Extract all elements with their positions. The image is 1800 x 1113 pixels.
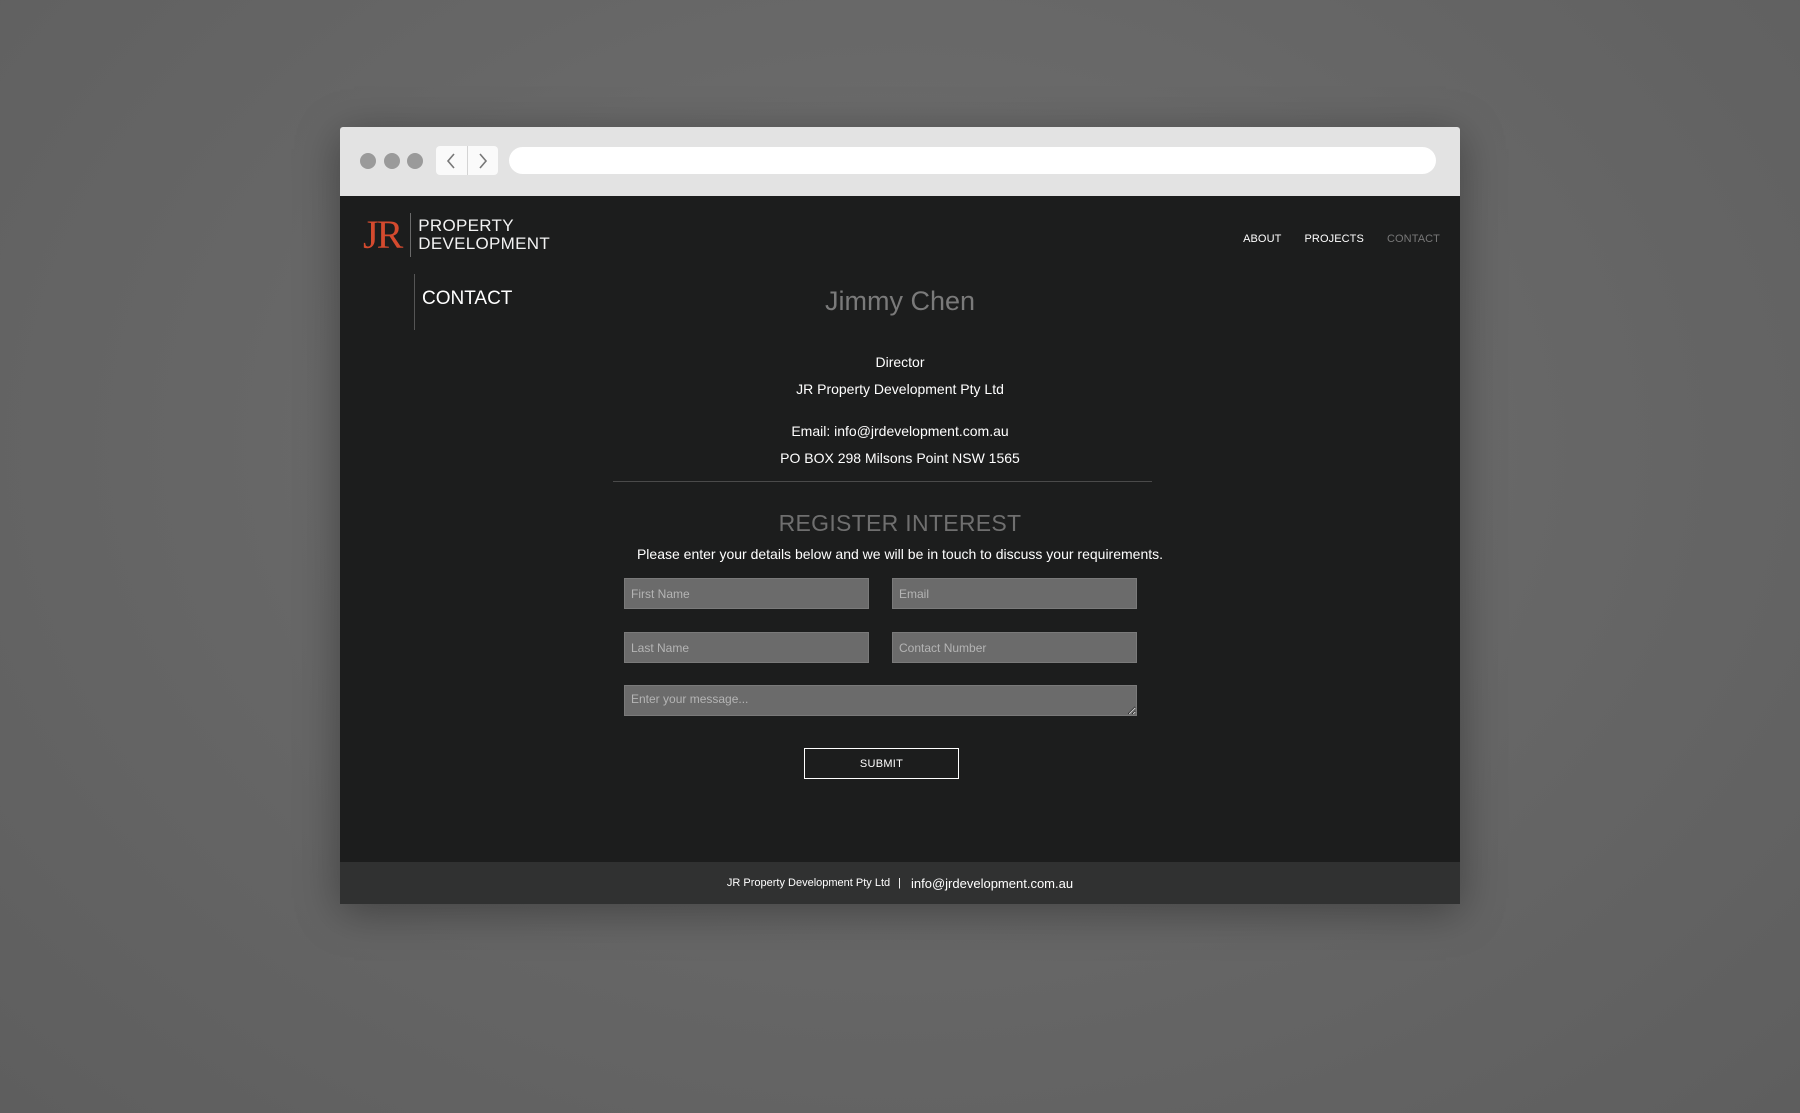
browser-window: JR PROPERTY DEVELOPMENT ABOUT PROJECTS C… [340, 127, 1460, 904]
contact-address: PO BOX 298 Milsons Point NSW 1565 [780, 450, 1020, 466]
logo-wordmark: PROPERTY DEVELOPMENT [418, 217, 550, 253]
message-textarea[interactable] [624, 685, 1137, 716]
forward-button[interactable] [466, 146, 499, 175]
register-intro: Please enter your details below and we w… [636, 546, 1164, 562]
chevron-right-icon [479, 152, 487, 169]
logo-line-2: DEVELOPMENT [418, 234, 551, 253]
history-buttons [436, 146, 498, 175]
contact-company: JR Property Development Pty Ltd [796, 381, 1004, 397]
first-name-input[interactable] [624, 578, 869, 609]
email-input[interactable] [892, 578, 1137, 609]
website-page: JR PROPERTY DEVELOPMENT ABOUT PROJECTS C… [340, 196, 1460, 904]
footer-email-link[interactable]: info@jrdevelopment.com.au [911, 876, 1073, 891]
contact-number-input[interactable] [892, 632, 1137, 663]
footer-separator: | [898, 877, 902, 889]
nav-about[interactable]: ABOUT [1243, 233, 1281, 245]
back-button[interactable] [436, 146, 467, 175]
horizontal-divider [613, 481, 1152, 482]
logo-mark: JR [363, 212, 403, 257]
contact-email[interactable]: Email: info@jrdevelopment.com.au [340, 423, 1460, 439]
site-footer: JR Property Development Pty Ltd | info@j… [340, 862, 1460, 904]
browser-toolbar [340, 127, 1460, 196]
site-logo[interactable]: JR PROPERTY DEVELOPMENT [363, 213, 550, 257]
chevron-left-icon [447, 152, 455, 169]
footer-company: JR Property Development Pty Ltd [726, 877, 891, 889]
register-title: REGISTER INTEREST [778, 510, 1022, 536]
logo-line-1: PROPERTY [418, 216, 514, 235]
main-nav: ABOUT PROJECTS CONTACT [1243, 233, 1440, 245]
nav-projects[interactable]: PROJECTS [1304, 233, 1363, 245]
contact-role: Director [875, 354, 925, 370]
address-bar[interactable] [509, 147, 1436, 174]
window-maximize-dot[interactable] [407, 153, 423, 169]
contact-name: Jimmy Chen [824, 286, 976, 316]
window-close-dot[interactable] [360, 153, 376, 169]
last-name-input[interactable] [624, 632, 869, 663]
logo-divider [410, 213, 412, 257]
window-minimize-dot[interactable] [384, 153, 400, 169]
nav-contact[interactable]: CONTACT [1387, 233, 1440, 245]
submit-button[interactable]: SUBMIT [804, 748, 959, 779]
